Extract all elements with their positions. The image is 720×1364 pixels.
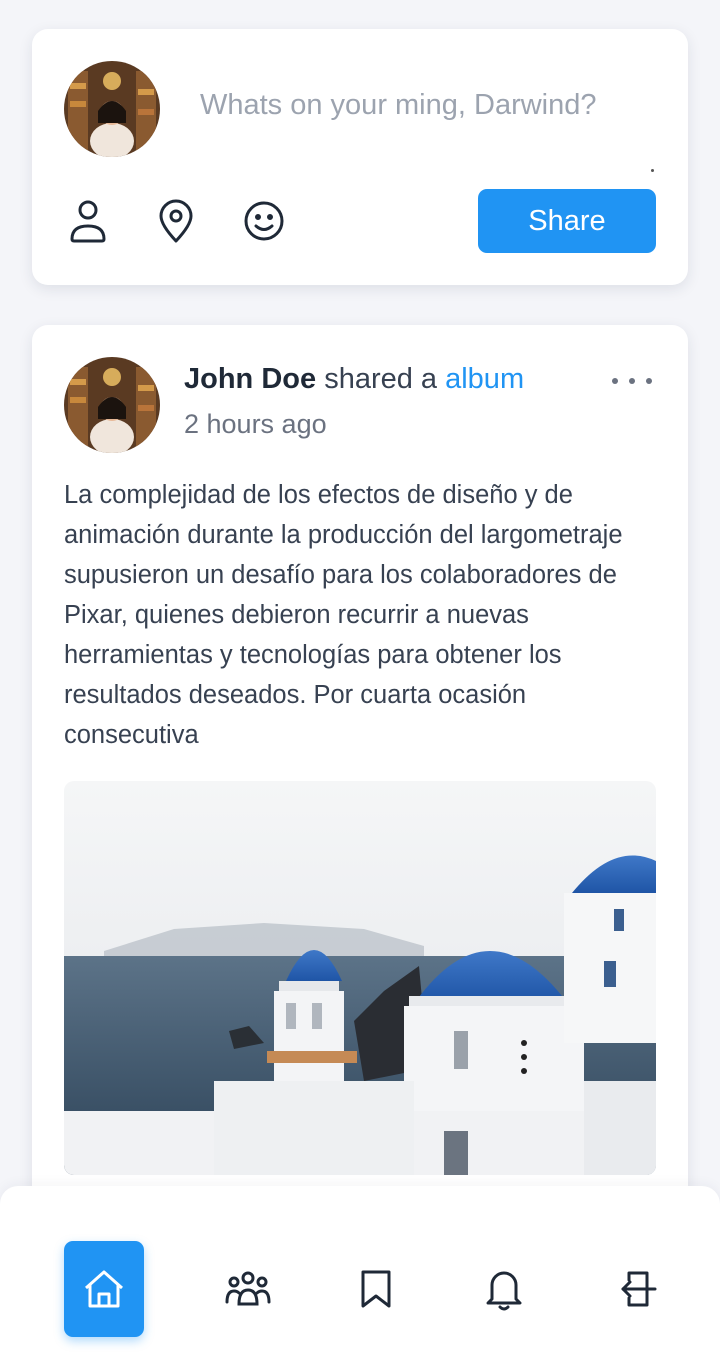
post-text: La complejidad de los efectos de diseño … (64, 481, 623, 749)
author-name[interactable]: John Doe (184, 363, 316, 395)
post-timestamp: 2 hours ago (184, 409, 327, 439)
people-icon[interactable] (208, 1241, 288, 1337)
logout-icon[interactable] (596, 1241, 676, 1337)
home-icon[interactable] (64, 1241, 144, 1337)
user-avatar[interactable] (64, 61, 160, 157)
location-pin-icon[interactable] (154, 199, 198, 243)
post-action: shared a (324, 363, 438, 395)
post-composer: Share (32, 29, 688, 285)
bottom-navigation (0, 1186, 720, 1364)
composer-input[interactable] (200, 89, 660, 122)
share-button[interactable]: Share (478, 189, 656, 253)
person-icon[interactable] (66, 199, 110, 243)
album-link[interactable]: album (445, 363, 524, 395)
bookmark-icon[interactable] (336, 1241, 416, 1337)
smiley-icon[interactable] (242, 199, 286, 243)
post-image[interactable] (64, 781, 656, 1175)
post-header: John Doe shared a album (184, 363, 524, 396)
more-options-icon[interactable] (612, 371, 652, 391)
author-avatar[interactable] (64, 357, 160, 453)
bell-icon[interactable] (464, 1241, 544, 1337)
composer-dot (651, 169, 654, 172)
